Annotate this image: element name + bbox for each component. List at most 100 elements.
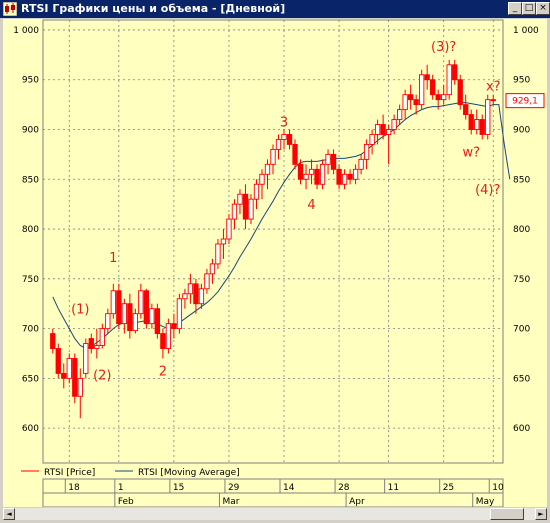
price-chart: (1) 1 (2) 2 3 4 (3)? x? w? (4)? 600 600 650 650 700 70… — [3, 19, 547, 507]
candle-body — [452, 64, 458, 81]
candle-body — [88, 338, 94, 349]
candle-body — [127, 303, 133, 332]
x-day-label: 25 — [443, 483, 454, 493]
x-month-label: Mar — [222, 497, 239, 507]
candle-body — [485, 99, 491, 135]
candle-body — [325, 153, 331, 165]
candle-body — [479, 119, 485, 135]
x-day-label: 11 — [388, 483, 399, 493]
candle-body — [160, 333, 166, 349]
y-tick-label-right: 850 — [513, 175, 530, 185]
candle-body — [182, 293, 188, 300]
candle-body — [314, 168, 320, 185]
restore-button[interactable]: □ — [522, 2, 536, 15]
candle-body — [363, 143, 370, 160]
candle-body — [193, 283, 199, 305]
candle-body — [319, 163, 326, 185]
candle-body — [226, 218, 232, 240]
candle-body — [209, 263, 216, 275]
candle-body — [419, 74, 425, 106]
candle-body — [352, 168, 359, 180]
candle-body — [424, 74, 430, 81]
candle-body — [463, 104, 469, 116]
x-month-label: May — [476, 497, 495, 507]
candle-body — [248, 198, 254, 220]
chart-background — [3, 19, 547, 507]
wave-label: 1 — [109, 251, 117, 266]
candle-body — [99, 328, 105, 346]
title-bar[interactable]: RTSI Графики цены и объема - [Дневной] _… — [0, 0, 550, 18]
y-tick-label-right: 600 — [513, 424, 530, 434]
candle-body — [347, 173, 353, 180]
y-tick-label-left: 950 — [22, 76, 39, 86]
wave-label: (2) — [93, 368, 111, 383]
y-tick-label-right: 900 — [513, 126, 530, 136]
candle-body — [204, 273, 210, 290]
candle-body — [138, 290, 144, 315]
candle-body — [176, 298, 183, 330]
x-day-label: 10 — [492, 483, 504, 493]
candle-body — [270, 148, 276, 165]
candle-body — [408, 94, 414, 101]
window-title: RTSI Графики цены и объема - [Дневной] — [21, 2, 286, 15]
minimize-button[interactable]: _ — [508, 2, 522, 15]
candle-body — [165, 323, 172, 349]
candle-body — [220, 238, 227, 245]
candle-body — [275, 139, 282, 150]
horizontal-scrollbar[interactable]: ◄ ► — [3, 508, 547, 520]
candle-body — [242, 193, 249, 220]
legend-price-label: RTSI [Price] — [44, 468, 95, 478]
y-tick-label-right: 800 — [513, 225, 530, 235]
candle-body — [264, 163, 271, 175]
close-icon: × — [539, 3, 547, 13]
scroll-left-button[interactable]: ◄ — [3, 508, 15, 520]
y-tick-label-left: 600 — [22, 424, 39, 434]
candle-body — [105, 313, 111, 330]
candle-body — [446, 64, 452, 96]
candle-body — [396, 109, 403, 121]
candle-body — [215, 243, 221, 265]
arrow-left-icon: ◄ — [6, 510, 12, 518]
candle-body — [72, 358, 78, 397]
chart-window: RTSI Графики цены и объема - [Дневной] _… — [0, 0, 550, 523]
x-day-label: 29 — [228, 483, 240, 493]
candle-body — [341, 173, 348, 185]
wave-label: (3)? — [431, 40, 456, 55]
candle-body — [380, 124, 386, 135]
candle-body — [391, 119, 397, 130]
y-tick-label-right: 750 — [513, 275, 530, 285]
candle-body — [297, 163, 304, 180]
candle-body — [77, 377, 83, 397]
candle-body — [116, 290, 122, 325]
candle-body — [385, 129, 392, 135]
candle-body — [336, 168, 342, 185]
y-tick-label-right: 700 — [513, 325, 530, 335]
candle-body — [292, 143, 298, 165]
restore-icon: □ — [524, 3, 534, 13]
wave-label: 2 — [159, 364, 167, 379]
candle-body — [83, 343, 89, 374]
scroll-right-button[interactable]: ► — [535, 508, 547, 520]
candle-body — [253, 183, 260, 200]
close-button[interactable]: × — [536, 2, 550, 15]
candle-body — [187, 283, 194, 295]
candle-body — [198, 288, 205, 305]
candle-body — [286, 134, 293, 145]
candle-body — [281, 134, 287, 140]
candle-body — [468, 114, 474, 130]
scroll-thumb[interactable] — [490, 508, 524, 520]
wave-label: x? — [486, 80, 501, 95]
y-tick-label-right: 650 — [513, 374, 530, 384]
candlestick-chart-icon — [3, 2, 17, 16]
y-tick-label-left: 1 000 — [13, 26, 39, 36]
candle-body — [94, 345, 100, 349]
candle-body — [121, 303, 127, 325]
wave-label: (4)? — [475, 183, 500, 198]
x-day-label: 1 — [118, 483, 124, 493]
candle-body — [237, 193, 243, 205]
candle-body — [369, 134, 375, 145]
y-tick-label-left: 850 — [22, 175, 39, 185]
x-day-label: 14 — [283, 483, 295, 493]
y-tick-label-left: 750 — [22, 275, 39, 285]
x-month-label: Feb — [118, 497, 134, 507]
